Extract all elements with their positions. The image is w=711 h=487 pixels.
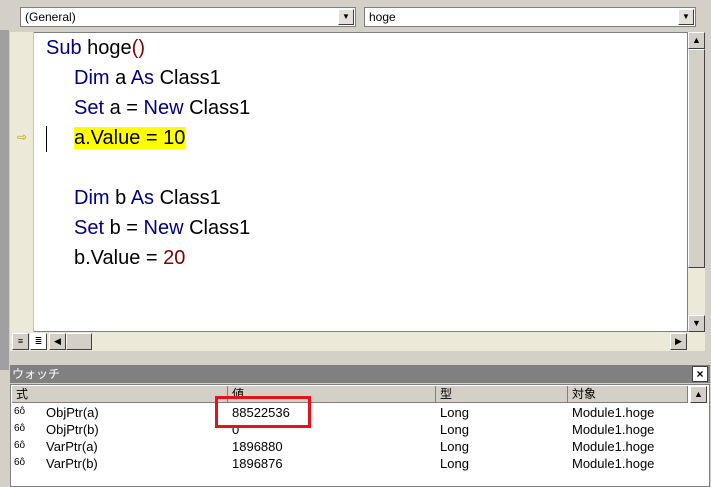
code-token: (): [131, 37, 145, 59]
procedure-combo-value: hoge: [369, 10, 396, 24]
watch-cell-context: Module1.hoge: [572, 422, 655, 437]
watch-cell-context: Module1.hoge: [572, 439, 655, 454]
left-frame: [0, 30, 9, 370]
header-type[interactable]: 型: [436, 386, 568, 403]
watch-cell-type: Long: [440, 456, 469, 471]
keyword: New: [143, 97, 190, 119]
horizontal-scroll-thumb[interactable]: [66, 333, 92, 350]
keyword: New: [143, 217, 190, 239]
code-token: 20: [163, 247, 186, 269]
scroll-right-icon[interactable]: ▶: [670, 333, 687, 350]
watch-glasses-icon: 6ô: [14, 406, 26, 417]
watch-row[interactable]: 6ô ObjPtr(b) 0 Long Module1.hoge: [12, 421, 688, 438]
code-token: Class1: [159, 67, 221, 89]
watch-row[interactable]: 6ô VarPtr(a) 1896880 Long Module1.hoge: [12, 438, 688, 455]
watch-cell-type: Long: [440, 422, 469, 437]
full-module-view-icon[interactable]: ≣: [30, 333, 47, 350]
watch-glasses-icon: 6ô: [14, 423, 26, 434]
code-token: b.Value =: [74, 247, 164, 269]
header-context[interactable]: 対象: [568, 386, 688, 403]
execution-arrow-icon: ⇨: [17, 130, 28, 144]
keyword: Set: [74, 217, 110, 239]
watch-cell-expr: VarPtr(b): [46, 456, 98, 471]
keyword: Dim: [74, 187, 116, 209]
code-line[interactable]: Sub hoge(): [46, 33, 676, 63]
vertical-scroll-thumb[interactable]: [688, 49, 705, 268]
procedure-view-icon[interactable]: ≡: [12, 333, 29, 350]
object-combo-value: (General): [25, 10, 76, 24]
code-line[interactable]: Set b = New Class1: [46, 213, 676, 243]
code-text-area[interactable]: Sub hoge() Dim a As Class1 Set a = New Cla…: [46, 33, 676, 273]
margin-indicator-bar[interactable]: [10, 32, 34, 332]
code-line[interactable]: [46, 153, 676, 183]
code-token: b: [115, 187, 131, 209]
watch-cell-value: 1896880: [232, 439, 283, 454]
code-line[interactable]: a.Value = 10: [46, 123, 676, 153]
watch-row[interactable]: 6ô VarPtr(b) 1896876 Long Module1.hoge: [12, 455, 688, 472]
watch-window-title[interactable]: ウォッチ: [10, 365, 710, 383]
scroll-left-icon[interactable]: ◀: [49, 333, 66, 350]
code-line[interactable]: b.Value = 20: [46, 243, 676, 273]
code-token: Class1: [189, 217, 251, 239]
watch-scroll-up-icon[interactable]: ▲: [690, 386, 707, 403]
keyword: As: [130, 67, 160, 89]
code-token: b =: [109, 217, 144, 239]
code-line[interactable]: Dim a As Class1: [46, 63, 676, 93]
watch-row[interactable]: 6ô ObjPtr(a) 88522536 Long Module1.hoge: [12, 404, 688, 421]
vertical-scrollbar[interactable]: ▲ ▼: [688, 32, 705, 332]
chevron-down-icon[interactable]: ▼: [338, 9, 354, 25]
keyword: Sub: [46, 37, 88, 59]
code-token: Class1: [189, 97, 251, 119]
view-bar: ≡ ≣ ◀ ▶: [10, 332, 705, 351]
code-token: a: [115, 67, 131, 89]
watch-cell-value: 1896876: [232, 456, 283, 471]
watch-cell-expr: VarPtr(a): [46, 439, 98, 454]
code-line[interactable]: Set a = New Class1: [46, 93, 676, 123]
close-icon[interactable]: ×: [692, 366, 708, 382]
watch-cell-expr: ObjPtr(b): [46, 422, 99, 437]
watch-cell-context: Module1.hoge: [572, 405, 655, 420]
watch-glasses-icon: 6ô: [14, 457, 26, 468]
code-line[interactable]: Dim b As Class1: [46, 183, 676, 213]
code-token: hoge: [87, 37, 132, 59]
current-statement: a.Value = 10: [74, 127, 186, 149]
keyword: As: [130, 187, 160, 209]
object-combo[interactable]: (General) ▼: [20, 7, 356, 27]
watch-cell-expr: ObjPtr(a): [46, 405, 99, 420]
highlight-annotation-box: [215, 396, 311, 428]
code-token: a =: [109, 97, 144, 119]
scroll-up-icon[interactable]: ▲: [688, 32, 705, 49]
keyword: Set: [74, 97, 110, 119]
chevron-down-icon[interactable]: ▼: [678, 9, 694, 25]
watch-cell-type: Long: [440, 405, 469, 420]
keyword: Dim: [74, 67, 116, 89]
header-expression[interactable]: 式: [12, 386, 228, 403]
watch-cell-context: Module1.hoge: [572, 456, 655, 471]
scroll-down-icon[interactable]: ▼: [688, 315, 705, 332]
watch-glasses-icon: 6ô: [14, 440, 26, 451]
watch-cell-type: Long: [440, 439, 469, 454]
code-token: Class1: [159, 187, 221, 209]
procedure-combo[interactable]: hoge ▼: [364, 7, 696, 27]
